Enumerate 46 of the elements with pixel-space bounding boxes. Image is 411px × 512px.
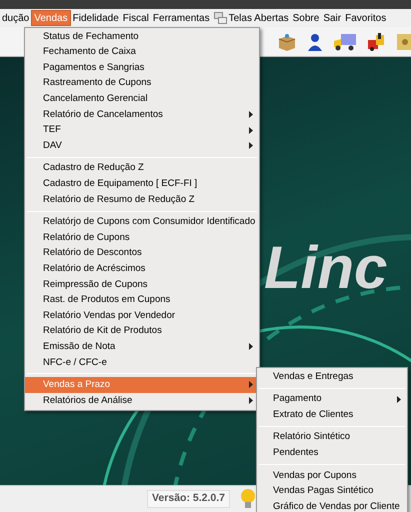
menu-item[interactable]: Cancelamento Gerencial [25,91,259,107]
menu-item[interactable]: TEF [25,122,259,138]
safe-icon[interactable] [397,32,411,52]
truck-icon[interactable] [333,32,357,50]
menu-item[interactable]: Relatório de Resumo de Redução Z [25,192,259,208]
menu-item[interactable]: Relatório de Kit de Produtos [25,324,259,340]
windows-icon [214,12,227,24]
menu-item[interactable]: Cadastro de Redução Z [25,160,259,176]
menu-item[interactable]: Pagamento [257,392,407,408]
menu-item[interactable]: Vendas Pagas Sintético [257,484,407,500]
menu-bar-item[interactable]: Telas Abertas [212,10,291,26]
menu-item[interactable]: Relatório de Acréscimos [25,261,259,277]
menu-bar-item[interactable]: Fidelidade [70,10,121,26]
menu-item[interactable]: NFC-e / CFC-e [25,354,259,370]
menu-item[interactable]: Relatório Sintético [257,430,407,446]
forklift-icon[interactable] [367,32,387,52]
menu-item[interactable]: Relatório Vendas por Vendedor [25,308,259,324]
logo-text: Linc [264,238,388,298]
menu-item[interactable]: Emissão de Nota [25,339,259,355]
menu-bar-item[interactable]: Ferramentas [150,10,212,26]
menu-item[interactable]: Relatório de Cupons [25,230,259,246]
menu-item[interactable]: Relatório de Cancelamentos [25,106,259,123]
menu-item[interactable]: Relatórios de Análise [25,393,259,409]
menu-item[interactable]: Relatório de Descontos [25,246,259,262]
menu-item[interactable]: Extrato de Clientes [257,407,407,423]
menu-item[interactable]: Rast. de Produtos em Cupons [25,292,259,308]
menu-item[interactable]: Gráfico de Vendas por Cliente [257,499,407,512]
box-icon[interactable] [277,32,297,50]
person-icon[interactable] [307,32,323,52]
menu-bar-item[interactable]: Sair [321,10,344,26]
menu-bar-item[interactable]: Sobre [290,10,322,26]
version-label: Versão: 5.2.0.7 [147,490,230,508]
menu-item[interactable]: Reimpressão de Cupons [25,276,259,292]
menu-item[interactable]: Vendas e Entregas [257,369,407,385]
menu-item[interactable]: Fechamento de Caixa [25,44,259,60]
menu-item[interactable]: DAV [25,138,259,154]
menu-item[interactable]: Pagamentos e Sangrias [25,60,259,76]
menu-bar-item[interactable]: Fiscal [120,10,151,26]
menu-bar-item[interactable]: Favoritos [343,10,388,26]
menu-item[interactable]: Pendentes [257,445,407,461]
menu-item[interactable]: Cadastro de Equipamento [ ECF-FI ] [25,176,259,192]
menu-item[interactable]: Relatórjo de Cupons com Consumidor Identificado [25,214,259,230]
menu-item[interactable]: Status de Fechamento [25,29,259,45]
menu-item[interactable]: Rastreamento de Cupons [25,76,259,92]
menu-bar-item[interactable]: dução [0,10,32,26]
menu-item[interactable]: Vendas por Cupons [257,468,407,484]
